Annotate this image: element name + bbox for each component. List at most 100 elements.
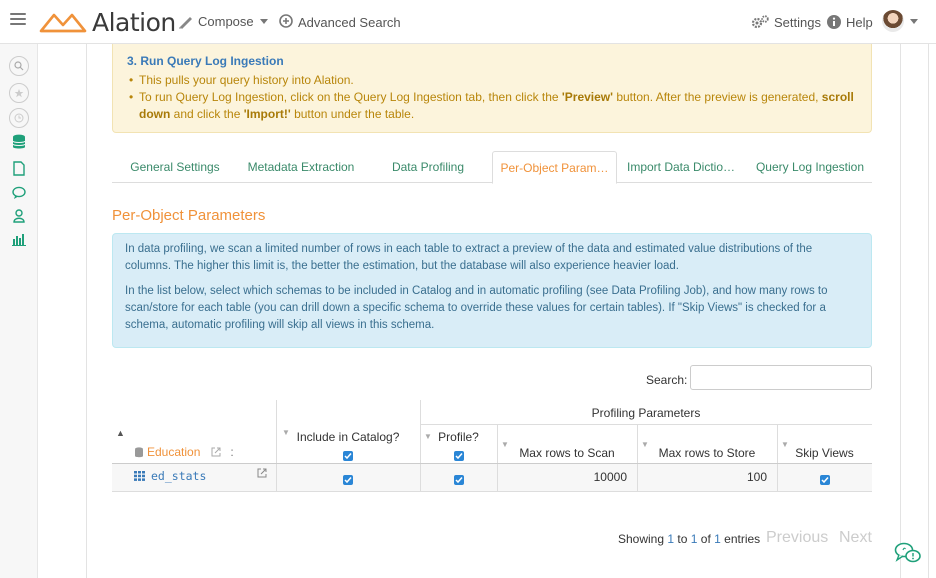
section-title: Per-Object Parameters — [112, 207, 266, 224]
content-frame-right — [900, 44, 901, 578]
max-rows-store-value[interactable]: 100 — [637, 470, 767, 484]
info-paragraph-2: In the list below, select which schemas … — [125, 285, 828, 331]
external-link-icon[interactable] — [256, 467, 268, 479]
rail-stars[interactable] — [9, 83, 29, 103]
database-icon — [135, 446, 143, 457]
pagination-total: 1 — [714, 532, 721, 546]
schema-table: Profiling Parameters ▲ Education : ▼ Inc… — [112, 400, 872, 492]
schema-name: ed_stats — [151, 469, 207, 483]
help-link[interactable]: Help — [826, 14, 873, 30]
rail-sources[interactable] — [9, 132, 29, 152]
search-label: Search: — [646, 373, 688, 387]
external-link-icon[interactable] — [210, 446, 222, 458]
instructions-text: button under the table. — [290, 107, 415, 121]
document-icon — [13, 160, 25, 176]
search-input[interactable] — [690, 365, 872, 390]
clock-icon — [9, 108, 29, 128]
schema-link[interactable]: ed_stats — [134, 469, 206, 483]
instructions-text: button. After the preview is generated, — [613, 90, 822, 104]
support-chat-icon[interactable] — [894, 541, 922, 565]
profile-checkbox[interactable] — [454, 473, 464, 487]
instructions-text: and click the — [170, 107, 244, 121]
column-header-database[interactable]: Education : — [134, 445, 234, 459]
query-log-instructions: 3. Run Query Log Ingestion This pulls yo… — [112, 44, 872, 133]
tab-query-log-ingestion[interactable]: Query Log Ingestion — [748, 151, 872, 183]
settings-label: Settings — [774, 14, 821, 30]
chevron-down-icon — [910, 18, 918, 24]
alation-logo[interactable]: Alation — [38, 8, 176, 37]
column-header-max-rows-store[interactable]: Max rows to Store — [637, 446, 777, 460]
rail-conversations[interactable] — [9, 183, 29, 203]
search-icon — [9, 56, 29, 76]
instructions-preview: 'Preview' — [561, 90, 613, 104]
rail-search[interactable] — [9, 56, 29, 76]
instructions-scroll: scroll — [821, 90, 854, 104]
instructions-bullet-2: To run Query Log Ingestion, click on the… — [127, 89, 857, 123]
skip-views-checkbox[interactable] — [820, 473, 830, 487]
previous-page-button[interactable]: Previous — [766, 529, 828, 547]
pagination-text: to — [674, 532, 691, 546]
settings-tabs: General Settings Metadata Extraction Dat… — [112, 151, 872, 184]
column-header-label: Profile? — [438, 430, 479, 444]
tab-data-profiling[interactable]: Data Profiling — [378, 151, 478, 183]
logo-text: Alation — [92, 8, 176, 37]
pagination-text: of — [697, 532, 715, 546]
database-icon — [12, 134, 26, 149]
compose-pen-icon — [179, 16, 192, 29]
chat-bubble-icon — [12, 186, 26, 199]
compose-menu[interactable]: Compose — [178, 14, 268, 29]
user-menu[interactable] — [882, 10, 918, 32]
sort-asc-indicator[interactable]: ▲ — [116, 428, 125, 438]
hamburger-menu-icon[interactable] — [10, 13, 26, 27]
content-frame-left — [86, 44, 87, 578]
instructions-text: To run Query Log Ingestion, click on the… — [139, 90, 562, 104]
advanced-search-label: Advanced Search — [298, 14, 401, 30]
content-frame-edge — [928, 44, 929, 578]
pagination-text: entries — [720, 532, 761, 546]
column-header-max-rows-scan[interactable]: Max rows to Scan — [497, 446, 637, 460]
max-rows-scan-value[interactable]: 10000 — [497, 470, 627, 484]
avatar — [882, 10, 904, 32]
tab-import-data-dictionary[interactable]: Import Data Dictio… — [622, 151, 740, 183]
compose-label: Compose — [198, 14, 254, 29]
help-label: Help — [846, 14, 873, 30]
tab-per-object-parameters[interactable]: Per-Object Param… — [492, 151, 617, 184]
include-all-checkbox[interactable] — [343, 451, 353, 461]
pagination-info: Showing 1 to 1 of 1 entries — [618, 532, 760, 546]
column-header-include-in-catalog[interactable]: Include in Catalog? — [276, 430, 420, 463]
top-nav-bar: Alation Compose Advanced Search Settings… — [0, 0, 936, 44]
star-icon — [9, 83, 29, 103]
table-grid-icon — [134, 471, 145, 481]
instructions-title: 3. Run Query Log Ingestion — [127, 54, 284, 68]
advanced-search-link[interactable]: Advanced Search — [278, 14, 401, 30]
advanced-search-icon — [279, 14, 293, 28]
info-paragraph-1: In data profiling, we scan a limited num… — [125, 243, 813, 272]
alation-logo-icon — [39, 13, 87, 32]
rail-recent[interactable] — [9, 108, 29, 128]
instructions-down: down — [139, 107, 171, 121]
next-page-button[interactable]: Next — [839, 529, 872, 547]
instructions-bullet-1: This pulls your query history into Alati… — [127, 72, 857, 89]
tab-metadata-extraction[interactable]: Metadata Extraction — [240, 151, 362, 183]
profile-all-checkbox[interactable] — [453, 451, 464, 461]
bar-chart-icon — [12, 234, 26, 246]
rail-articles[interactable] — [9, 158, 29, 178]
left-rail — [0, 44, 38, 578]
gear-icon — [751, 15, 769, 29]
column-header-label: Include in Catalog? — [296, 430, 400, 444]
user-icon — [13, 209, 25, 223]
database-name: Education — [147, 445, 201, 459]
chevron-down-icon — [259, 19, 268, 24]
instructions-import: 'Import!' — [243, 107, 291, 121]
rail-analytics[interactable] — [9, 230, 29, 250]
column-header-skip-views[interactable]: Skip Views — [777, 446, 872, 460]
include-checkbox[interactable] — [343, 473, 353, 487]
tab-general-settings[interactable]: General Settings — [112, 151, 238, 183]
column-header-profile[interactable]: Profile? — [420, 430, 497, 463]
profiling-info-box: In data profiling, we scan a limited num… — [112, 233, 872, 348]
rail-people[interactable] — [9, 206, 29, 226]
group-header-profiling-parameters: Profiling Parameters — [591, 406, 701, 420]
info-icon — [827, 15, 841, 29]
settings-link[interactable]: Settings — [750, 14, 821, 30]
column-options[interactable]: : — [230, 445, 233, 459]
